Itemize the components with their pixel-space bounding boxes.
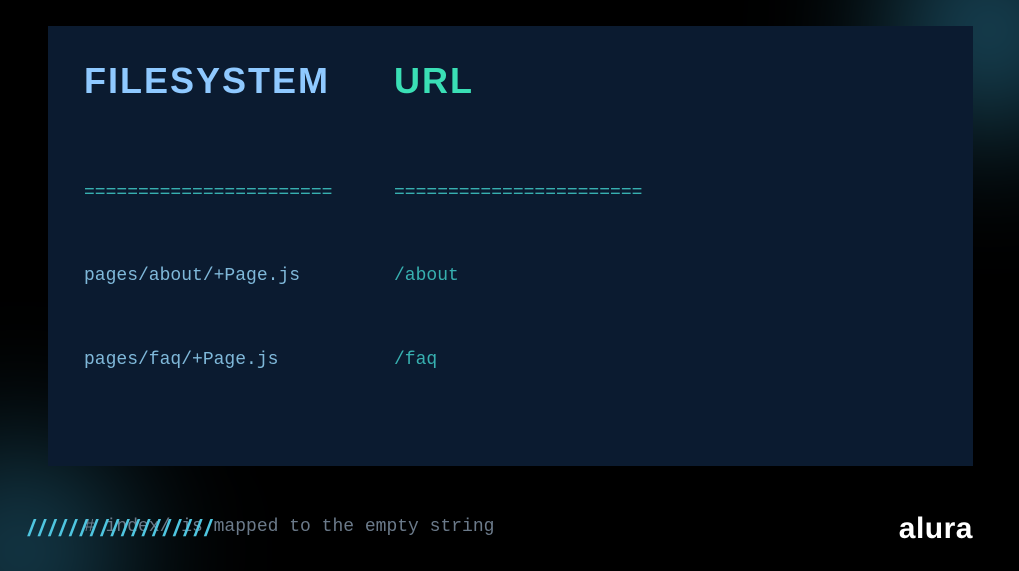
route-row: pages/faq/+Page.js /faq: [84, 347, 937, 375]
brand-logo: alura: [899, 512, 973, 546]
url-path: /faq: [394, 347, 937, 375]
footer: ////////////////// alura: [0, 486, 1019, 571]
column-headers: FILESYSTEM URL: [84, 60, 937, 102]
url-path: /about: [394, 263, 937, 291]
fs-path: pages/faq/+Page.js: [84, 347, 394, 375]
separator-right: =======================: [394, 180, 937, 208]
route-row: pages/about/+Page.js /about: [84, 263, 937, 291]
routing-table-card: FILESYSTEM URL ======================= =…: [48, 26, 973, 466]
slashes-decoration: //////////////////: [28, 515, 215, 542]
heading-filesystem: FILESYSTEM: [84, 60, 394, 102]
fs-path: pages/about/+Page.js: [84, 263, 394, 291]
separator-left: =======================: [84, 180, 394, 208]
heading-url: URL: [394, 60, 937, 102]
